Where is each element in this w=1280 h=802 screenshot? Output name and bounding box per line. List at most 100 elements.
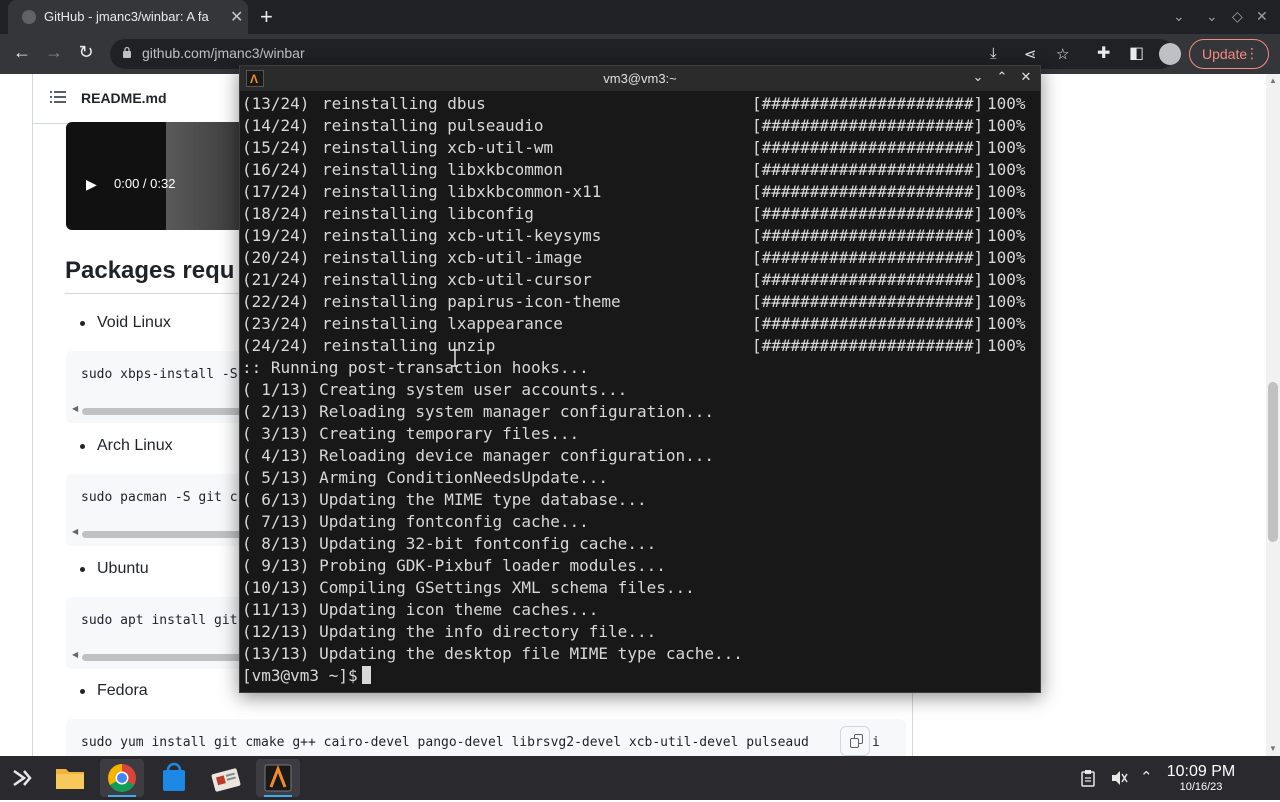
file-manager-icon [56, 769, 84, 789]
update-button[interactable]: Update ⋮ [1189, 39, 1269, 69]
new-tab-button[interactable]: + [260, 4, 273, 30]
hook-line: ( 9/13) Probing GDK-Pixbuf loader module… [242, 556, 666, 575]
terminal-button[interactable] [256, 759, 300, 797]
progress-bar-text: [######################] [752, 314, 984, 333]
close-icon[interactable]: ✕ [1018, 69, 1034, 87]
share-icon[interactable]: ⋖ [1024, 45, 1037, 63]
github-favicon-icon [22, 10, 36, 24]
active-indicator [108, 795, 136, 797]
forward-icon[interactable]: → [42, 42, 66, 63]
settings-button[interactable] [204, 759, 248, 797]
reinstall-step-text: (19/24) [242, 226, 310, 245]
minimize-icon[interactable]: ⌄ [970, 69, 986, 87]
terminal-line: (23/24) reinstalling lxappearance [#######… [242, 313, 1040, 335]
scroll-up-icon[interactable]: ▲ [1269, 76, 1277, 85]
app-launcher-button[interactable] [0, 759, 44, 797]
bookmark-star-icon[interactable]: ☆ [1056, 45, 1069, 63]
maximize-icon[interactable]: ◇ [1232, 8, 1243, 25]
bullet [80, 567, 85, 572]
scroll-left-icon[interactable]: ◀ [72, 527, 78, 536]
reinstall-package-text: reinstalling libxkbcommon [322, 160, 563, 179]
clipboard-icon[interactable] [1080, 769, 1096, 787]
copy-button[interactable] [840, 726, 870, 756]
page-scrollbar-thumb[interactable] [1268, 382, 1278, 542]
scrollbar-thumb[interactable] [82, 408, 262, 415]
reinstall-package-text: reinstalling libconfig [322, 204, 534, 223]
page-scrollbar[interactable]: ▲ ▼ [1266, 74, 1280, 756]
app-store-button[interactable] [152, 759, 196, 797]
progress-bar-text: [######################] [752, 336, 984, 355]
content-border-left [32, 74, 33, 756]
scroll-left-icon[interactable]: ◀ [72, 404, 78, 413]
profile-avatar[interactable] [1159, 43, 1181, 65]
url-text: github.com/jmanc3/winbar [142, 45, 305, 61]
progress-percent-text: 100% [987, 336, 1026, 355]
terminal-line: (19/24) reinstalling xcb-util-keysyms [###… [242, 225, 1040, 247]
prompt-line[interactable]: [vm3@vm3 ~]$ [242, 665, 371, 687]
clock-time[interactable]: 10:09 PM [1165, 763, 1237, 781]
reinstall-step-text: (21/24) [242, 270, 310, 289]
tab-search-icon[interactable]: ⌄ [1173, 8, 1185, 25]
shell-prompt: [vm3@vm3 ~]$ [242, 666, 358, 685]
reinstall-package-text: reinstalling pulseaudio [322, 116, 544, 135]
back-icon[interactable]: ← [10, 42, 34, 63]
settings-icon [211, 768, 241, 792]
volume-muted-icon[interactable] [1110, 769, 1128, 787]
scroll-down-icon[interactable]: ▼ [1269, 744, 1277, 753]
bullet [80, 321, 85, 326]
scrollbar-thumb[interactable] [82, 654, 262, 661]
chrome-button[interactable] [100, 759, 144, 797]
text-cursor-ibeam-icon [452, 349, 458, 367]
maximize-icon[interactable]: ⌃ [994, 69, 1010, 87]
extensions-icon[interactable]: ✚ [1097, 43, 1110, 63]
hook-line: ( 4/13) Reloading device manager configu… [242, 446, 715, 465]
terminal-window[interactable]: Λ vm3@vm3:~ ⌄ ⌃ ✕ (13/24) reinstalling db… [239, 65, 1041, 693]
reload-icon[interactable]: ↻ [74, 42, 98, 63]
video-time: 0:00 / 0:32 [114, 176, 176, 191]
outline-list-icon[interactable] [50, 90, 66, 104]
code-block-fedora[interactable]: sudo yum install git cmake g++ cairo-dev… [66, 719, 906, 756]
scroll-left-icon[interactable]: ◀ [72, 650, 78, 659]
install-command: sudo apt install git [81, 613, 238, 628]
menu-dots-icon[interactable]: ⋮ [1245, 45, 1259, 62]
scrollbar-thumb[interactable] [82, 531, 262, 538]
progress-percent-text: 100% [987, 314, 1026, 333]
progress-percent-text: 100% [987, 226, 1026, 245]
terminal-line: (14/24) reinstalling pulseaudio [#########… [242, 115, 1040, 137]
clock-date[interactable]: 10/16/23 [1165, 781, 1237, 793]
hook-line: (11/13) Updating icon theme caches... [242, 600, 599, 619]
play-icon[interactable]: ▶ [86, 176, 97, 193]
package-distro-name: Arch Linux [97, 437, 173, 454]
package-distro-name: Void Linux [97, 314, 171, 331]
terminal-line: (18/24) reinstalling libconfig [##########… [242, 203, 1040, 225]
progress-bar-text: [######################] [752, 160, 984, 179]
terminal-line: (21/24) reinstalling xcb-util-cursor [####… [242, 269, 1040, 291]
side-panel-icon[interactable]: ◧ [1129, 43, 1144, 63]
install-app-icon[interactable]: ⤓ [990, 45, 997, 62]
install-command: sudo pacman -S git c [81, 490, 238, 505]
minimize-icon[interactable]: ⌄ [1206, 8, 1218, 25]
terminal-cursor [361, 666, 371, 684]
bullet [80, 444, 85, 449]
tab-github[interactable]: GitHub - jmanc3/winbar: A fa ✕ [8, 0, 248, 34]
demo-video[interactable]: ▶ 0:00 / 0:32 [66, 122, 246, 230]
hook-line: ( 6/13) Updating the MIME type database.… [242, 490, 647, 509]
progress-bar-text: [######################] [752, 116, 984, 135]
file-manager-button[interactable] [48, 759, 92, 797]
progress-percent-text: 100% [987, 160, 1026, 179]
reinstall-package-text: reinstalling unzip [322, 336, 496, 355]
close-window-icon[interactable]: ✕ [1256, 8, 1268, 25]
progress-bar-text: [######################] [752, 204, 984, 223]
progress-percent-text: 100% [987, 116, 1026, 135]
package-distro-name: Ubuntu [97, 560, 149, 577]
reinstall-package-text: reinstalling papirus-icon-theme [322, 292, 621, 311]
section-heading: Packages requ [65, 257, 235, 284]
terminal-titlebar[interactable]: Λ vm3@vm3:~ ⌄ ⌃ ✕ [240, 66, 1040, 91]
close-tab-icon[interactable]: ✕ [230, 7, 243, 27]
readme-filename: README.md [81, 90, 167, 106]
terminal-output[interactable]: (13/24) reinstalling dbus [###############… [242, 93, 1040, 691]
reinstall-package-text: reinstalling xcb-util-cursor [322, 270, 592, 289]
tray-expand-icon[interactable]: ⌃ [1140, 768, 1153, 786]
video-thumbnail [166, 122, 246, 230]
reinstall-package-text: reinstalling xcb-util-wm [322, 138, 554, 157]
